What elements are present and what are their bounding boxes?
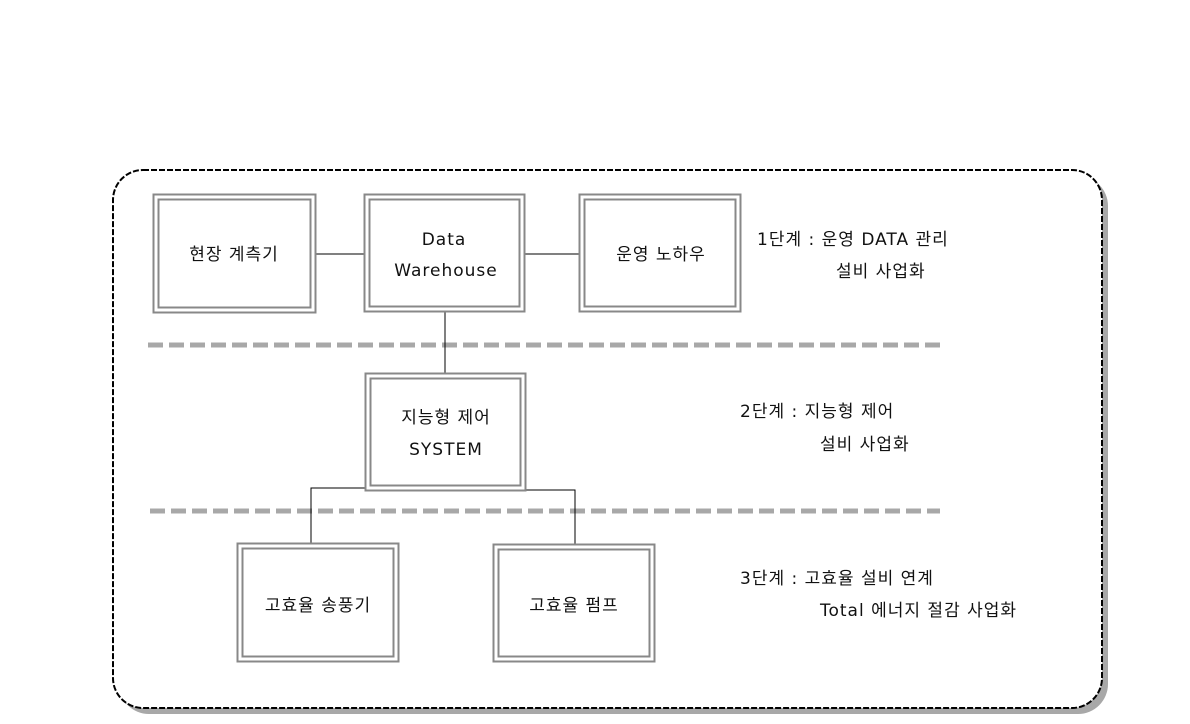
box-pump: 고효율 펌프 [492,543,656,663]
box-field-meter: 현장 계측기 [152,193,317,314]
box-label: SYSTEM [409,440,483,460]
stage3-title: 3단계 : 고효율 설비 연계 [740,569,934,589]
stage3-subtitle: Total 에너지 절감 사업화 [819,601,1017,621]
box-ops-knowhow: 운영 노하우 [578,193,742,313]
box-label: Data [422,230,467,250]
box-label: 운영 노하우 [616,245,706,265]
stage2-subtitle: 설비 사업화 [820,435,910,455]
stage1-title: 1단계 : 운영 DATA 관리 [757,230,949,250]
box-label: 고효율 송풍기 [265,596,371,616]
box-label: 현장 계측기 [189,245,279,265]
diagram: 현장 계측기 Data Warehouse 운영 노하우 지능형 제어 SYST… [112,169,1108,714]
box-label: 고효율 펌프 [529,596,619,616]
box-data-warehouse: Data Warehouse [363,193,526,313]
stage1-subtitle: 설비 사업화 [836,262,926,282]
box-blower: 고효율 송풍기 [236,542,400,663]
stage2-title: 2단계 : 지능형 제어 [740,402,894,422]
box-label: 지능형 제어 [401,408,491,428]
box-smart-control: 지능형 제어 SYSTEM [364,372,527,492]
box-label: Warehouse [394,261,497,281]
